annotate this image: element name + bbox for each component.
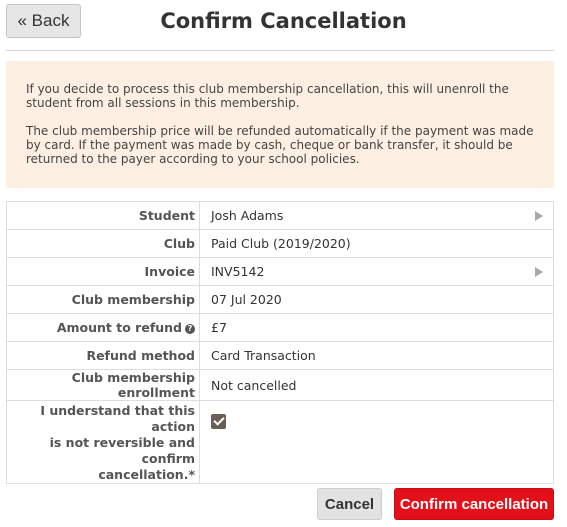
refund-amount-row: Amount to refund? £7 <box>6 313 554 342</box>
invoice-row[interactable]: Invoice INV5142 <box>6 257 554 286</box>
confirm-checkbox-cell <box>199 400 554 484</box>
student-value[interactable]: Josh Adams <box>199 201 554 230</box>
invoice-number: INV5142 <box>211 264 265 279</box>
confirm-label-line3: cancellation.* <box>98 467 195 482</box>
refund-method-value: Card Transaction <box>199 341 554 370</box>
refund-amount-label-cell: Amount to refund? <box>6 313 200 342</box>
confirm-label-line1: I understand that this action <box>40 403 195 434</box>
notice-paragraph-refund: The club membership price will be refund… <box>26 124 534 166</box>
confirm-understanding-label: I understand that this action is not rev… <box>6 400 200 484</box>
club-label: Club <box>6 229 200 258</box>
enrollment-label: Club membership enrollment <box>6 369 200 401</box>
club-membership-value: 07 Jul 2020 <box>199 285 554 314</box>
help-icon[interactable]: ? <box>185 323 195 334</box>
cancellation-notice: If you decide to process this club membe… <box>6 61 554 188</box>
refund-amount-value: £7 <box>199 313 554 342</box>
chevron-right-icon[interactable] <box>535 266 543 277</box>
chevron-right-icon[interactable] <box>535 210 543 221</box>
refund-method-row: Refund method Card Transaction <box>6 341 554 370</box>
refund-method-label: Refund method <box>6 341 200 370</box>
confirm-cancellation-button[interactable]: Confirm cancellation <box>394 488 554 520</box>
confirm-checkbox[interactable] <box>211 414 226 429</box>
invoice-value[interactable]: INV5142 <box>199 257 554 286</box>
enrollment-value: Not cancelled <box>199 369 554 401</box>
invoice-label: Invoice <box>6 257 200 286</box>
notice-paragraph-unenroll: If you decide to process this club membe… <box>26 82 509 110</box>
refund-amount-label: Amount to refund <box>56 320 182 335</box>
student-name: Josh Adams <box>211 208 284 223</box>
cancellation-details-table: Student Josh Adams Club Paid Club (2019/… <box>6 201 554 484</box>
student-row[interactable]: Student Josh Adams <box>6 201 554 230</box>
cancel-button[interactable]: Cancel <box>317 488 382 520</box>
club-row: Club Paid Club (2019/2020) <box>6 229 554 258</box>
back-button[interactable]: « Back <box>6 4 81 38</box>
enrollment-row: Club membership enrollment Not cancelled <box>6 369 554 401</box>
confirm-understanding-row: I understand that this action is not rev… <box>6 400 554 484</box>
title-divider <box>6 50 554 51</box>
club-value: Paid Club (2019/2020) <box>199 229 554 258</box>
confirm-label-line2: is not reversible and confirm <box>49 435 195 466</box>
club-membership-label: Club membership <box>6 285 200 314</box>
page-title: Confirm Cancellation <box>160 9 407 33</box>
club-membership-row: Club membership 07 Jul 2020 <box>6 285 554 314</box>
student-label: Student <box>6 201 200 230</box>
